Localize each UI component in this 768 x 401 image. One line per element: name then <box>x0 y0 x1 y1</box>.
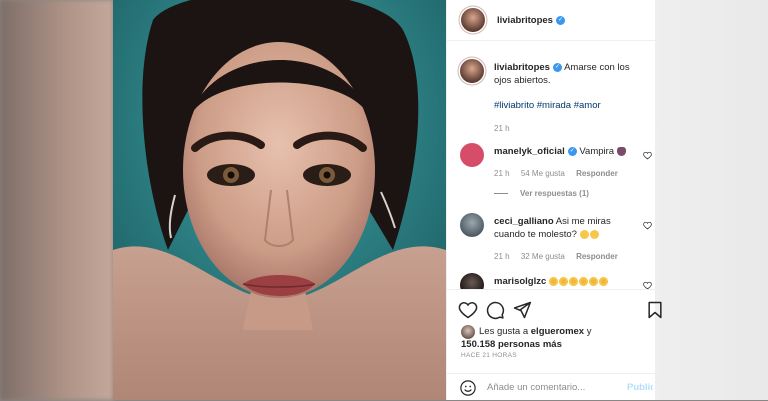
star-struck-emoji-icon <box>588 276 598 286</box>
comment-likes[interactable]: 54 Me gusta <box>521 169 565 178</box>
star-struck-emoji-icon <box>568 276 578 286</box>
star-struck-emoji-icon <box>548 276 558 286</box>
commenter-avatar[interactable] <box>460 273 484 289</box>
author-username[interactable]: liviabritopes <box>497 15 553 26</box>
view-replies-button[interactable]: Ver respuestas (1) <box>494 189 589 198</box>
commenter-avatar[interactable] <box>460 143 484 167</box>
comment-content: ceci_galliano Asi me miras cuando te mol… <box>494 215 644 263</box>
comment-username[interactable]: ceci_galliano <box>494 216 554 227</box>
comment-heart-icon[interactable] <box>643 281 652 289</box>
verified-badge-icon: ✓ <box>552 62 562 72</box>
vampire-emoji-icon <box>616 146 626 156</box>
comments-list[interactable]: liviabritopes ✓ Amarse con los ojos abier… <box>447 41 655 289</box>
comment-content: manelyk_oficial ✓ Vampira 21 h 54 Me gust… <box>494 145 644 180</box>
likes-middle: y <box>584 326 592 337</box>
star-struck-emoji-icon <box>598 276 608 286</box>
post-photo[interactable] <box>113 0 446 400</box>
comment-time[interactable]: 21 h <box>494 252 510 261</box>
comment-meta: 21 h 32 Me gusta Responder <box>494 250 644 263</box>
background-right <box>654 0 768 400</box>
comment-meta: 21 h 54 Me gusta Responder <box>494 167 644 180</box>
commenter-avatar[interactable] <box>460 213 484 237</box>
post-timestamp[interactable]: HACE 21 HORAS <box>461 352 517 359</box>
reply-button[interactable]: Responder <box>576 252 618 261</box>
likes-summary: Les gusta a elgueromex y 150.158 persona… <box>461 325 651 351</box>
star-struck-emoji-icon <box>558 276 568 286</box>
post-actions: Les gusta a elgueromex y 150.158 persona… <box>447 289 662 374</box>
likes-count[interactable]: 150.158 personas más <box>461 339 562 350</box>
sweat-smile-emoji-icon <box>589 229 599 239</box>
bookmark-icon[interactable] <box>645 300 665 320</box>
comment-composer: Publicar <box>447 373 655 401</box>
caption-meta: 21 h <box>494 122 644 135</box>
background-left <box>0 0 113 400</box>
comment-icon[interactable] <box>485 300 505 320</box>
caption-hashtags[interactable]: #liviabrito #mirada #amor <box>494 99 644 112</box>
caption-avatar[interactable] <box>460 59 484 83</box>
reply-button[interactable]: Responder <box>576 169 618 178</box>
post-comment-button[interactable]: Publicar <box>627 382 653 393</box>
heart-icon[interactable] <box>458 300 478 320</box>
star-struck-emoji-icon <box>578 276 588 286</box>
comment-likes[interactable]: 32 Me gusta <box>521 252 565 261</box>
comment-content: marisolglzc <box>494 275 644 288</box>
comment-time[interactable]: 21 h <box>494 169 510 178</box>
liker-username[interactable]: elgueromex <box>531 326 584 337</box>
comment-username[interactable]: marisolglzc <box>494 276 546 287</box>
caption-time[interactable]: 21 h <box>494 124 510 133</box>
caption-username[interactable]: liviabritopes <box>494 62 550 73</box>
comment-heart-icon[interactable] <box>643 221 652 230</box>
author-avatar[interactable] <box>461 8 485 32</box>
comment-username[interactable]: manelyk_oficial <box>494 146 565 157</box>
verified-badge-icon: ✓ <box>555 15 565 25</box>
liker-avatar[interactable] <box>461 325 475 339</box>
comment-heart-icon[interactable] <box>643 151 652 160</box>
smiley-icon[interactable] <box>459 379 477 397</box>
comment-text: Vampira <box>579 146 615 157</box>
verified-badge-icon: ✓ <box>567 146 577 156</box>
post-header: liviabritopes ✓ <box>447 0 655 41</box>
send-icon[interactable] <box>512 300 532 320</box>
post-side-panel: liviabritopes ✓ liviabritopes ✓ Amarse co… <box>446 0 662 401</box>
view-replies-label: Ver respuestas (1) <box>520 189 589 198</box>
comment-input[interactable] <box>485 381 623 394</box>
replies-divider <box>494 193 508 194</box>
caption-content: liviabritopes ✓ Amarse con los ojos abier… <box>494 61 644 135</box>
sweat-smile-emoji-icon <box>579 229 589 239</box>
likes-prefix: Les gusta a <box>479 326 531 337</box>
portrait-image <box>113 0 446 400</box>
